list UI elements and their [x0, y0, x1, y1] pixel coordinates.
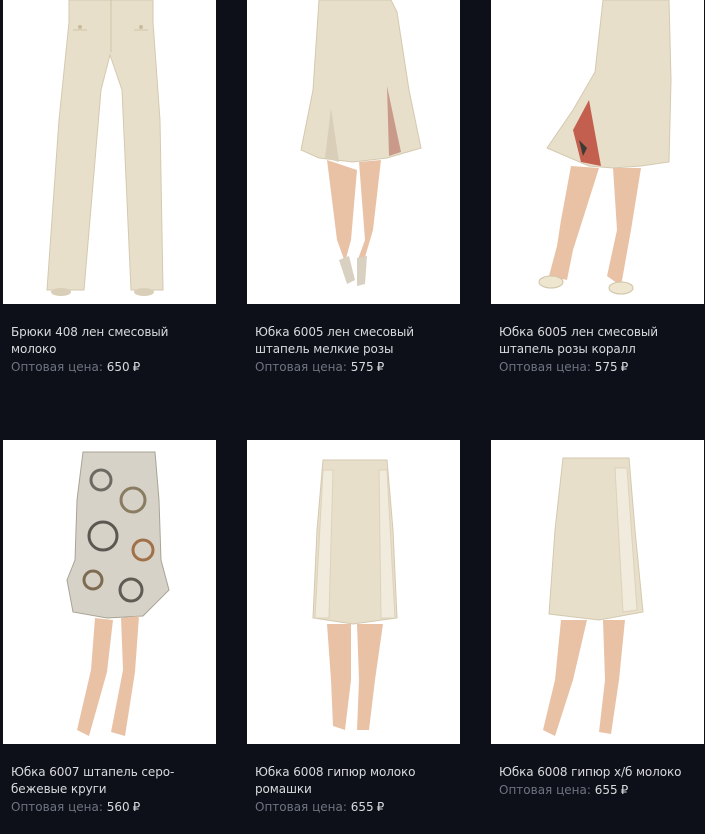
- trousers-photo: [3, 0, 216, 304]
- product-name[interactable]: Юбка 6008 гипюр х/б молоко: [499, 764, 704, 781]
- product-price: Оптовая цена: 575 ₽: [255, 358, 460, 376]
- product-name[interactable]: Юбка 6007 штапель серо-бежевые круги: [11, 764, 216, 798]
- currency-symbol: ₽: [132, 360, 141, 374]
- product-image[interactable]: [247, 440, 460, 744]
- product-price: Оптовая цена: 655 ₽: [499, 781, 704, 799]
- product-card[interactable]: Юбка 6007 штапель серо-бежевые круги Опт…: [3, 440, 216, 816]
- price-value: 655: [350, 800, 374, 814]
- price-label: Оптовая цена:: [11, 360, 103, 374]
- price-value: 650: [106, 360, 130, 374]
- product-name[interactable]: Юбка 6005 лен смесовый штапель розы кора…: [499, 324, 704, 358]
- price-value: 560: [106, 800, 130, 814]
- skirt-photo: [247, 440, 460, 744]
- currency-symbol: ₽: [376, 800, 385, 814]
- skirt-photo: [491, 0, 704, 304]
- product-name[interactable]: Брюки 408 лен смесовый молоко: [11, 324, 216, 358]
- product-card[interactable]: Юбка 6005 лен смесовый штапель розы кора…: [491, 0, 704, 376]
- price-value: 575: [594, 360, 618, 374]
- product-image[interactable]: [3, 0, 216, 304]
- skirt-photo: [3, 440, 216, 744]
- product-image[interactable]: [3, 440, 216, 744]
- currency-symbol: ₽: [376, 360, 385, 374]
- currency-symbol: ₽: [620, 360, 629, 374]
- product-card[interactable]: Юбка 6008 гипюр х/б молоко Оптовая цена:…: [491, 440, 704, 799]
- product-name[interactable]: Юбка 6008 гипюр молоко ромашки: [255, 764, 460, 798]
- skirt-photo: [247, 0, 460, 304]
- price-label: Оптовая цена:: [499, 360, 591, 374]
- product-price: Оптовая цена: 560 ₽: [11, 798, 216, 816]
- product-card[interactable]: Юбка 6008 гипюр молоко ромашки Оптовая ц…: [247, 440, 460, 816]
- price-value: 575: [350, 360, 374, 374]
- product-name[interactable]: Юбка 6005 лен смесовый штапель мелкие ро…: [255, 324, 460, 358]
- product-price: Оптовая цена: 650 ₽: [11, 358, 216, 376]
- price-label: Оптовая цена:: [255, 800, 347, 814]
- product-price: Оптовая цена: 575 ₽: [499, 358, 704, 376]
- product-card[interactable]: Юбка 6005 лен смесовый штапель мелкие ро…: [247, 0, 460, 376]
- currency-symbol: ₽: [620, 783, 629, 797]
- product-card[interactable]: Брюки 408 лен смесовый молоко Оптовая це…: [3, 0, 216, 376]
- currency-symbol: ₽: [132, 800, 141, 814]
- product-grid: Брюки 408 лен смесовый молоко Оптовая це…: [0, 0, 705, 834]
- price-label: Оптовая цена:: [11, 800, 103, 814]
- product-image[interactable]: [491, 0, 704, 304]
- price-label: Оптовая цена:: [255, 360, 347, 374]
- price-label: Оптовая цена:: [499, 783, 591, 797]
- product-image[interactable]: [247, 0, 460, 304]
- product-price: Оптовая цена: 655 ₽: [255, 798, 460, 816]
- product-image[interactable]: [491, 440, 704, 744]
- skirt-photo: [491, 440, 704, 744]
- price-value: 655: [594, 783, 618, 797]
